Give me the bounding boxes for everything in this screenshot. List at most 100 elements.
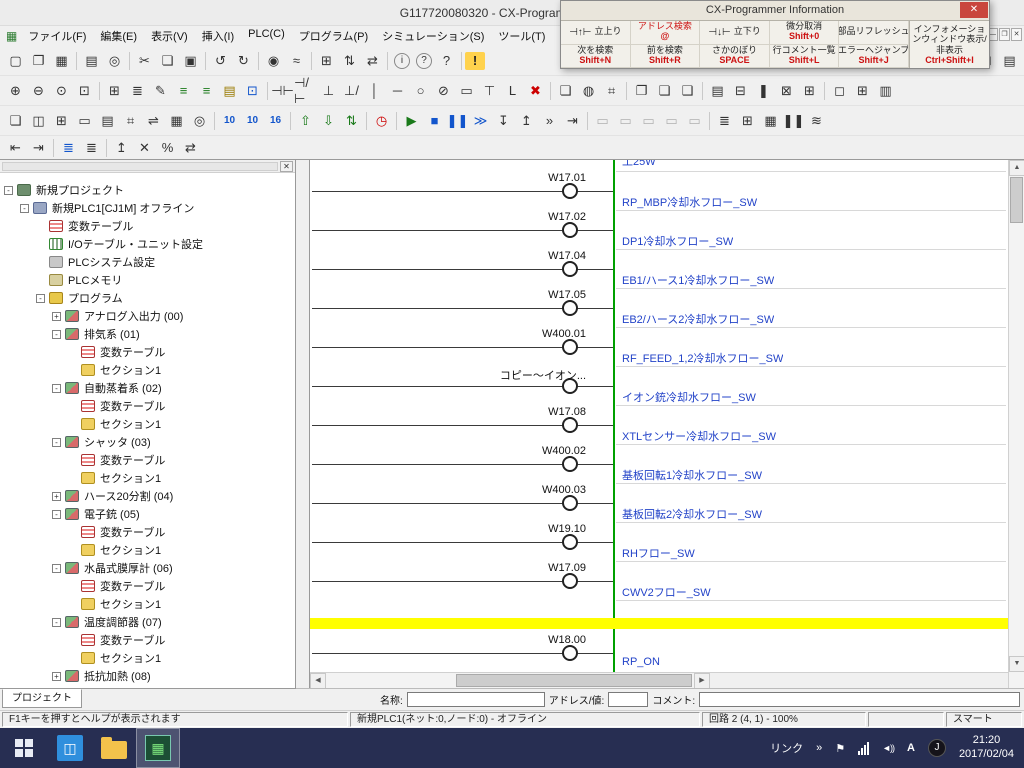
copy-icon[interactable]: ❏ bbox=[156, 50, 179, 71]
menu-item-4[interactable]: PLC(C) bbox=[241, 26, 292, 46]
output-coil[interactable] bbox=[562, 222, 578, 238]
download-icon[interactable]: ⇩ bbox=[317, 110, 340, 131]
zoom-actual-icon[interactable]: ⊙ bbox=[50, 80, 73, 101]
tree-item[interactable]: 変数テーブル bbox=[36, 217, 133, 235]
tree-item[interactable]: セクション1 bbox=[68, 469, 161, 487]
action-center-flag-icon[interactable]: ⚑ bbox=[835, 742, 845, 755]
output-coil[interactable] bbox=[562, 261, 578, 277]
save-project-icon[interactable]: ▦ bbox=[50, 50, 73, 71]
search-next-hint[interactable]: 次を検索Shift+N bbox=[561, 45, 631, 69]
indent-icon[interactable]: ⇥ bbox=[27, 137, 50, 158]
tree-item[interactable]: 変数テーブル bbox=[68, 523, 165, 541]
symbol-list-icon[interactable]: ▤ bbox=[706, 80, 729, 101]
output-coil[interactable] bbox=[562, 456, 578, 472]
search-prev-hint[interactable]: 前を検索Shift+R bbox=[631, 45, 701, 69]
io-comment[interactable]: RP_ON bbox=[622, 656, 660, 668]
tree-expand-toggle[interactable]: - bbox=[52, 564, 61, 573]
rising-edge-hint[interactable]: ⊣↑⊢立上り bbox=[561, 21, 631, 45]
tree-item[interactable]: セクション1 bbox=[68, 415, 161, 433]
tree-expand-toggle[interactable]: - bbox=[4, 186, 13, 195]
io-comment[interactable]: EB1/ハース1冷却水フロー_SW bbox=[622, 272, 774, 288]
tree-item[interactable]: +アナログ入出力 (00) bbox=[52, 307, 183, 325]
io-comment[interactable]: RHフロー_SW bbox=[622, 545, 695, 561]
closed-or-contact-icon[interactable]: ⊥/ bbox=[340, 80, 363, 101]
tree-expand-toggle[interactable]: - bbox=[52, 438, 61, 447]
mdi-restore-button[interactable]: ❐ bbox=[999, 28, 1010, 41]
tree-expand-toggle[interactable]: - bbox=[52, 384, 61, 393]
network-signal-icon[interactable] bbox=[858, 742, 869, 755]
taskbar-app-cx-programmer[interactable]: ▦ bbox=[136, 728, 180, 768]
tree-item[interactable]: -水晶式膜厚計 (06) bbox=[52, 559, 173, 577]
falling-edge-hint[interactable]: ⊣↓⊢立下り bbox=[700, 21, 770, 45]
interlock-icon[interactable]: L bbox=[501, 80, 524, 101]
transfer-icon[interactable]: ⇅ bbox=[338, 50, 361, 71]
scroll-down-button[interactable]: ▼ bbox=[1009, 656, 1024, 672]
step-down-icon[interactable]: ↧ bbox=[492, 110, 515, 131]
tray-app-icon[interactable]: J bbox=[928, 739, 946, 757]
project-window-icon[interactable]: ⊞ bbox=[50, 110, 73, 131]
tree-item[interactable]: セクション1 bbox=[68, 541, 161, 559]
horizontal-line-icon[interactable]: ─ bbox=[386, 80, 409, 101]
detail-view-icon[interactable]: ❏ bbox=[554, 80, 577, 101]
continuous-step-icon[interactable]: » bbox=[538, 110, 561, 131]
compare-icon[interactable]: ⇄ bbox=[361, 50, 384, 71]
symbol-comment-toggle-icon[interactable]: ≡ bbox=[172, 80, 195, 101]
output-coil[interactable] bbox=[562, 645, 578, 661]
scroll-left-button[interactable]: ◀ bbox=[310, 673, 326, 689]
tree-item[interactable]: -排気系 (01) bbox=[52, 325, 140, 343]
tree-expand-toggle[interactable]: - bbox=[52, 618, 61, 627]
menu-item-0[interactable]: ファイル(F) bbox=[21, 26, 93, 46]
address-bar-icon[interactable]: ❚ bbox=[752, 80, 775, 101]
breakpoint3-icon[interactable]: ▭ bbox=[637, 110, 660, 131]
block-list-icon[interactable]: ≣ bbox=[57, 137, 80, 158]
force-set-icon[interactable]: ↥ bbox=[110, 137, 133, 158]
scroll-up-button[interactable]: ▲ bbox=[1009, 160, 1024, 176]
monitor-mode-icon[interactable]: ▦ bbox=[165, 110, 188, 131]
sim-stop-icon[interactable]: ■ bbox=[423, 110, 446, 131]
print-icon[interactable]: ▤ bbox=[80, 50, 103, 71]
data-trace-icon[interactable]: ▥ bbox=[874, 80, 897, 101]
tree-expand-toggle[interactable]: - bbox=[20, 204, 29, 213]
tree-item[interactable]: 変数テーブル bbox=[68, 577, 165, 595]
vertical-line-icon[interactable]: │ bbox=[363, 80, 386, 101]
tree-item[interactable]: -新規PLC1[CJ1M] オフライン bbox=[20, 199, 194, 217]
search-icon[interactable]: ◉ bbox=[262, 50, 285, 71]
tree-item[interactable]: -新規プロジェクト bbox=[4, 181, 124, 199]
zoom-out-icon[interactable]: ⊖ bbox=[27, 80, 50, 101]
cascade-windows-icon[interactable]: ❏ bbox=[4, 110, 27, 131]
data-table-icon[interactable]: ▦ bbox=[759, 110, 782, 131]
io-comment[interactable]: XTLセンサー冷却水フロー_SW bbox=[622, 428, 776, 444]
tree-item[interactable]: +抵抗加熱 (08) bbox=[52, 667, 151, 685]
start-button[interactable] bbox=[0, 728, 48, 768]
menu-item-6[interactable]: シミュレーション(S) bbox=[375, 26, 491, 46]
ladder-vertical-scrollbar[interactable]: ▲ ▼ bbox=[1008, 160, 1024, 688]
watch-sheet-icon[interactable]: ▤ bbox=[96, 110, 119, 131]
ime-mode-icon[interactable]: A bbox=[907, 742, 915, 754]
paste-icon[interactable]: ▣ bbox=[179, 50, 202, 71]
tray-chevron-icon[interactable]: » bbox=[816, 742, 822, 754]
address-search-hint[interactable]: アドレス検索@ bbox=[631, 21, 701, 45]
close-icon[interactable]: ✕ bbox=[960, 2, 988, 18]
tree-close-button[interactable]: ✕ bbox=[280, 161, 293, 172]
column-bars-icon[interactable]: ❚❚ bbox=[782, 110, 805, 131]
differentiate-clear-hint[interactable]: 微分取消Shift+0 bbox=[770, 21, 840, 45]
io-comment[interactable]: RF_FEED_1,2冷却水フロー_SW bbox=[622, 350, 783, 366]
sim-run-icon[interactable]: ▶ bbox=[400, 110, 423, 131]
closed-contact-icon[interactable]: ⊣/⊢ bbox=[294, 80, 317, 101]
edit-comment-icon[interactable]: ✎ bbox=[149, 80, 172, 101]
io-comment[interactable]: CWV2フロー_SW bbox=[622, 584, 711, 600]
panel-splitter[interactable] bbox=[296, 160, 310, 688]
horizontal-scroll-thumb[interactable] bbox=[456, 674, 692, 687]
split-window-icon[interactable]: ⊡ bbox=[241, 80, 264, 101]
sim-scan-run-icon[interactable]: ≫ bbox=[469, 110, 492, 131]
output-coil[interactable] bbox=[562, 573, 578, 589]
taskbar-clock[interactable]: 21:20 2017/02/04 bbox=[959, 734, 1014, 762]
io-comment[interactable]: イオン銃冷却水フロー_SW bbox=[622, 389, 756, 405]
breakpoint-icon[interactable]: ▭ bbox=[591, 110, 614, 131]
memory-grid-icon[interactable]: ⊞ bbox=[736, 110, 759, 131]
output-coil[interactable] bbox=[562, 183, 578, 199]
line-comment-list-hint[interactable]: 行コメント一覧Shift+L bbox=[770, 45, 840, 69]
tree-expand-toggle[interactable]: - bbox=[52, 330, 61, 339]
output-coil[interactable] bbox=[562, 339, 578, 355]
outdent-icon[interactable]: ⇤ bbox=[4, 137, 27, 158]
